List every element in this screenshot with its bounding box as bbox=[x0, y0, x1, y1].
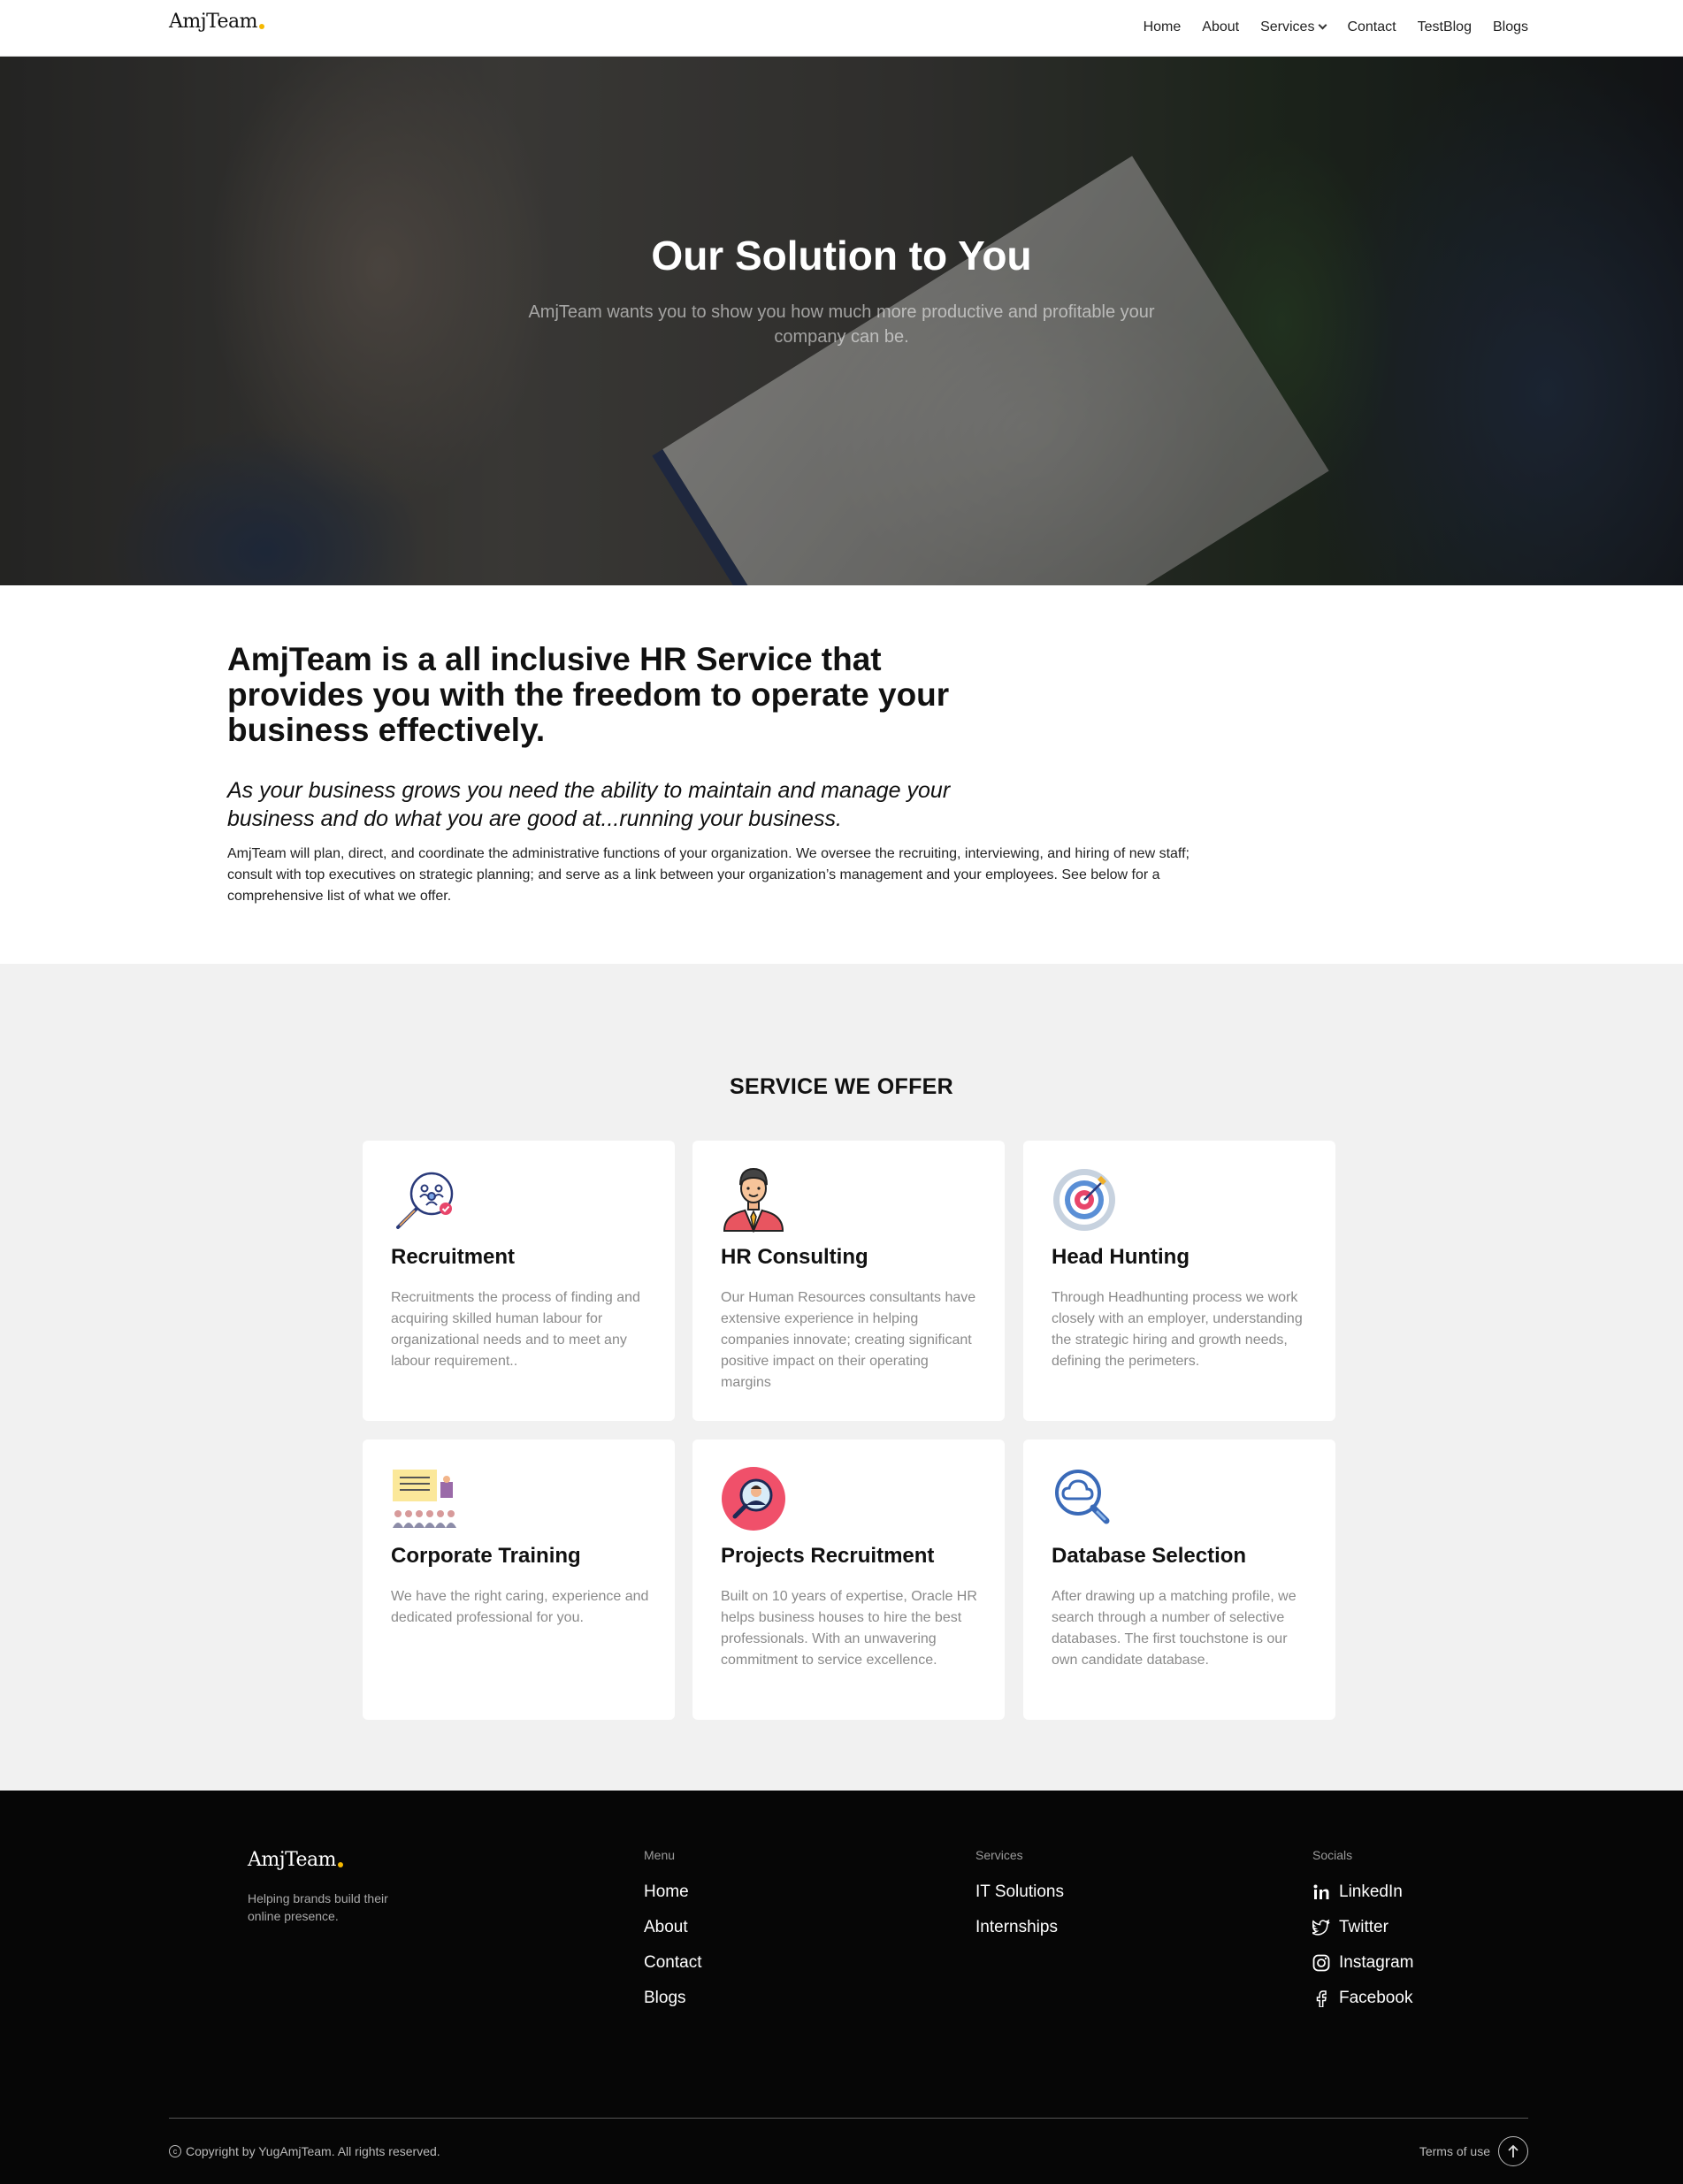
service-card-title: HR Consulting bbox=[721, 1245, 868, 1269]
service-card-title: Projects Recruitment bbox=[721, 1544, 935, 1568]
site-footer: AmjTeam Helping brands build their onlin… bbox=[0, 1791, 1683, 2184]
instagram-icon bbox=[1312, 1954, 1330, 1972]
linkedin-label: LinkedIn bbox=[1339, 1882, 1403, 1901]
footer-logo[interactable]: AmjTeam bbox=[248, 1849, 344, 1871]
nav-about-link[interactable]: About bbox=[1202, 19, 1239, 35]
terms-of-use-link[interactable]: Terms of use bbox=[1419, 2144, 1490, 2158]
service-card-text: Our Human Resources consultants have ext… bbox=[721, 1290, 976, 1390]
footer-socials-heading: Socials bbox=[1312, 1848, 1353, 1862]
instagram-label: Instagram bbox=[1339, 1953, 1414, 1972]
footer-link-twitter[interactable]: Twitter bbox=[1312, 1910, 1413, 1945]
footer-divider bbox=[169, 2118, 1528, 2119]
target-icon bbox=[1053, 1169, 1115, 1231]
service-card-title: Head Hunting bbox=[1052, 1245, 1190, 1269]
services-title: SERVICE WE OFFER bbox=[730, 1074, 953, 1099]
service-card-hr-consulting[interactable]: HR Consulting Our Human Resources consul… bbox=[692, 1141, 1005, 1421]
footer-link-instagram[interactable]: Instagram bbox=[1312, 1945, 1413, 1981]
footer-socials-column: Socials LinkedIn Twitter Instagram Faceb… bbox=[1312, 1848, 1413, 2016]
hero-subtitle: AmjTeam wants you to show you how much m… bbox=[528, 302, 1155, 347]
chevron-down-icon bbox=[1319, 20, 1327, 30]
footer-tagline: Helping brands build their online presen… bbox=[248, 1891, 388, 1923]
nav-services-dropdown[interactable]: Services bbox=[1260, 19, 1327, 35]
copyright-icon: c bbox=[169, 2145, 181, 2157]
footer-copyright: c Copyright by YugAmjTeam. All rights re… bbox=[169, 2144, 440, 2158]
footer-menu-column: Menu Home About Contact Blogs bbox=[644, 1848, 701, 2016]
intro-body: AmjTeam will plan, direct, and coordinat… bbox=[227, 846, 1190, 904]
footer-link-facebook[interactable]: Facebook bbox=[1312, 1981, 1413, 2016]
hero-title: Our Solution to You bbox=[651, 233, 1032, 279]
intro-subheading: As your business grows you need the abil… bbox=[227, 778, 951, 831]
candidate-search-icon bbox=[722, 1467, 785, 1531]
intro-section: AmjTeam is a all inclusive HR Service th… bbox=[0, 585, 1683, 964]
training-icon bbox=[393, 1470, 456, 1528]
service-card-recruitment[interactable]: Recruitment Recruitments the process of … bbox=[363, 1141, 675, 1421]
cloud-search-icon bbox=[1055, 1470, 1110, 1524]
copyright-text: Copyright by YugAmjTeam. All rights rese… bbox=[186, 2144, 440, 2158]
service-card-title: Corporate Training bbox=[391, 1544, 581, 1568]
top-navbar: AmjTeam Home About Services Contact Test… bbox=[0, 0, 1683, 57]
service-card-projects-recruitment[interactable]: Projects Recruitment Built on 10 years o… bbox=[692, 1439, 1005, 1720]
footer-services-column: Services IT Solutions Internships bbox=[975, 1848, 1064, 1945]
arrow-up-icon bbox=[1508, 2144, 1519, 2157]
logo-dot bbox=[338, 1862, 344, 1867]
scroll-to-top-button[interactable] bbox=[1498, 2136, 1528, 2166]
nav-home-link[interactable]: Home bbox=[1144, 19, 1182, 35]
footer-link-contact[interactable]: Contact bbox=[644, 1945, 701, 1981]
nav-blogs-link[interactable]: Blogs bbox=[1493, 19, 1528, 35]
footer-services-heading: Services bbox=[975, 1848, 1023, 1862]
nav-services-label: Services bbox=[1260, 19, 1315, 34]
twitter-label: Twitter bbox=[1339, 1918, 1388, 1936]
hr-consultant-icon bbox=[723, 1167, 784, 1233]
service-card-corporate-training[interactable]: Corporate Training We have the right car… bbox=[363, 1439, 675, 1720]
twitter-icon bbox=[1312, 1919, 1330, 1936]
logo-dot bbox=[259, 24, 265, 29]
facebook-label: Facebook bbox=[1339, 1989, 1413, 2007]
footer-link-it-solutions[interactable]: IT Solutions bbox=[975, 1875, 1064, 1910]
service-card-title: Recruitment bbox=[391, 1245, 516, 1269]
service-card-title: Database Selection bbox=[1052, 1544, 1247, 1568]
facebook-icon bbox=[1316, 1990, 1327, 2007]
recruitment-icon bbox=[396, 1172, 454, 1229]
footer-menu-heading: Menu bbox=[644, 1848, 676, 1862]
nav-links: Home About Services Contact TestBlog Blo… bbox=[1144, 19, 1528, 35]
service-card-text: Built on 10 years of expertise, Oracle H… bbox=[721, 1589, 977, 1668]
service-card-database-selection[interactable]: Database Selection After drawing up a ma… bbox=[1023, 1439, 1335, 1720]
service-card-head-hunting[interactable]: Head Hunting Through Headhunting process… bbox=[1023, 1141, 1335, 1421]
footer-link-linkedin[interactable]: LinkedIn bbox=[1312, 1875, 1413, 1910]
footer-link-home[interactable]: Home bbox=[644, 1875, 701, 1910]
nav-contact-link[interactable]: Contact bbox=[1347, 19, 1396, 35]
nav-testblog-link[interactable]: TestBlog bbox=[1418, 19, 1472, 35]
intro-heading: AmjTeam is a all inclusive HR Service th… bbox=[227, 641, 950, 748]
footer-link-internships[interactable]: Internships bbox=[975, 1910, 1064, 1945]
site-logo[interactable]: AmjTeam bbox=[169, 11, 265, 33]
service-card-text: Through Headhunting process we work clos… bbox=[1052, 1290, 1303, 1369]
service-card-text: We have the right caring, experience and… bbox=[391, 1589, 649, 1625]
footer-link-blogs[interactable]: Blogs bbox=[644, 1981, 701, 2016]
footer-link-about[interactable]: About bbox=[644, 1910, 701, 1945]
service-card-text: Recruitments the process of finding and … bbox=[391, 1290, 640, 1369]
service-card-text: After drawing up a matching profile, we … bbox=[1052, 1589, 1297, 1668]
linkedin-icon bbox=[1313, 1884, 1329, 1899]
services-section: SERVICE WE OFFER Recruitment Recruitment… bbox=[0, 964, 1683, 1791]
hero-banner: Our Solution to You AmjTeam wants you to… bbox=[0, 57, 1683, 585]
